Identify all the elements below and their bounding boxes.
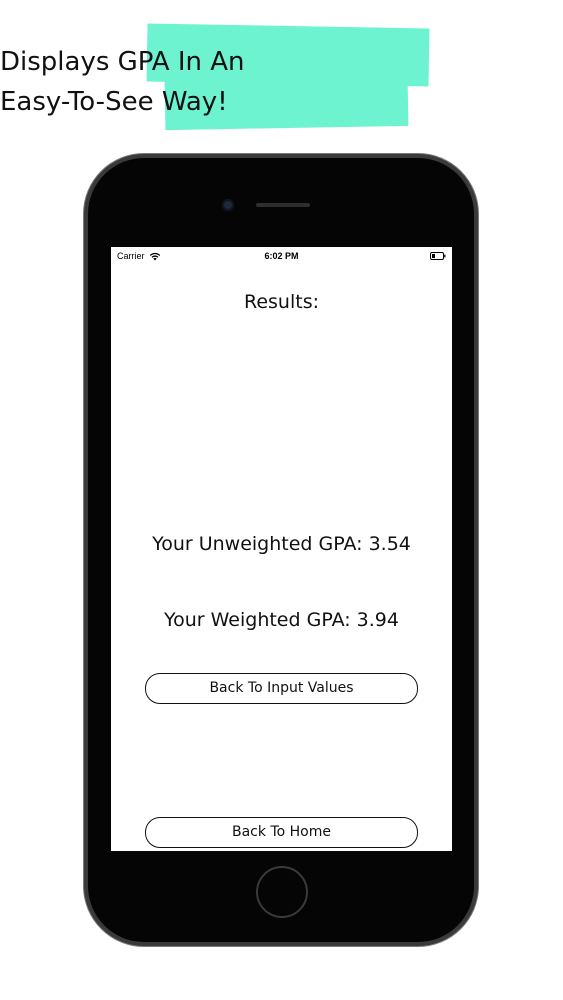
app-screen: Carrier 6:02 PM Results: Your Unweighted…: [111, 247, 452, 851]
headline-line-1: Displays GPA In An: [0, 47, 245, 77]
weighted-gpa-label: Your Weighted GPA: 3.94: [164, 609, 399, 631]
status-bar: Carrier 6:02 PM: [111, 247, 452, 265]
headline: Displays GPA In An: [0, 44, 563, 80]
promo-page: Displays GPA In An Easy-To-See Way! Carr…: [0, 0, 563, 1000]
battery-icon: [430, 252, 446, 260]
earpiece-speaker: [256, 203, 310, 207]
home-button[interactable]: [256, 866, 308, 918]
power-button: [475, 308, 479, 356]
front-camera: [222, 199, 234, 211]
status-time: 6:02 PM: [264, 251, 299, 261]
headline-2: Easy-To-See Way!: [0, 84, 563, 120]
results-title: Results:: [243, 291, 319, 313]
headline-line-2: Easy-To-See Way!: [0, 87, 228, 117]
back-to-input-values-button[interactable]: Back To Input Values: [145, 673, 418, 704]
unweighted-gpa-label: Your Unweighted GPA: 3.54: [152, 533, 411, 555]
back-to-home-button[interactable]: Back To Home: [145, 817, 418, 848]
